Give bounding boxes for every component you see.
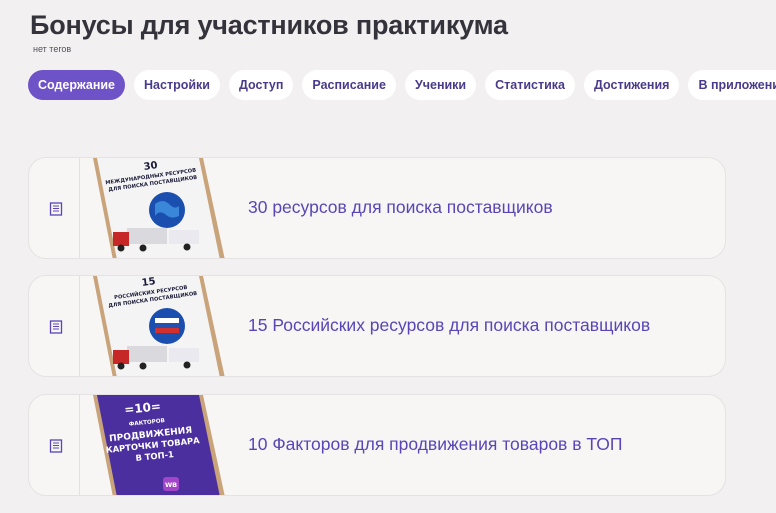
lesson-title[interactable]: 15 Российских ресурсов для поиска постав… xyxy=(248,315,650,336)
cover-number: 30 xyxy=(143,160,158,173)
tab-students[interactable]: Ученики xyxy=(404,70,477,100)
tags-label: нет тегов xyxy=(33,44,72,54)
card-divider xyxy=(79,158,80,258)
lesson-item[interactable]: 30 МЕЖДУНАРОДНЫХ РЕСУРСОВ ДЛЯ ПОИСКА ПОС… xyxy=(28,157,726,259)
document-icon xyxy=(49,202,63,216)
card-divider xyxy=(79,395,80,495)
lesson-title[interactable]: 10 Факторов для продвижения товаров в ТО… xyxy=(248,434,622,455)
lesson-item[interactable]: 15 РОССИЙСКИХ РЕСУРСОВ ДЛЯ ПОИСКА ПОСТАВ… xyxy=(28,275,726,377)
tab-content[interactable]: Содержание xyxy=(28,70,126,100)
tab-settings[interactable]: Настройки xyxy=(134,70,220,100)
document-icon xyxy=(49,320,63,334)
document-icon xyxy=(49,439,63,453)
cover-number: 15 xyxy=(141,276,156,289)
cover-image: 30 МЕЖДУНАРОДНЫХ РЕСУРСОВ ДЛЯ ПОИСКА ПОС… xyxy=(93,158,225,258)
tab-statistics[interactable]: Статистика xyxy=(485,70,575,100)
page-title: Бонусы для участников практикума xyxy=(30,10,508,40)
tab-schedule[interactable]: Расписание xyxy=(302,70,396,100)
tab-achievements[interactable]: Достижения xyxy=(584,70,680,100)
tab-in-app[interactable]: В приложении xyxy=(688,70,776,100)
cover-image: 15 РОССИЙСКИХ РЕСУРСОВ ДЛЯ ПОИСКА ПОСТАВ… xyxy=(93,276,225,376)
tab-access[interactable]: Доступ xyxy=(228,70,294,100)
wb-badge-label: WB xyxy=(165,481,177,489)
lesson-item[interactable]: =10= ФАКТОРОВ ПРОДВИЖЕНИЯ КАРТОЧКИ ТОВАР… xyxy=(28,394,726,496)
cover-image: =10= ФАКТОРОВ ПРОДВИЖЕНИЯ КАРТОЧКИ ТОВАР… xyxy=(93,395,225,495)
card-divider xyxy=(79,276,80,376)
tab-bar: Содержание Настройки Доступ Расписание У… xyxy=(28,70,776,100)
lesson-title[interactable]: 30 ресурсов для поиска поставщиков xyxy=(248,197,553,218)
